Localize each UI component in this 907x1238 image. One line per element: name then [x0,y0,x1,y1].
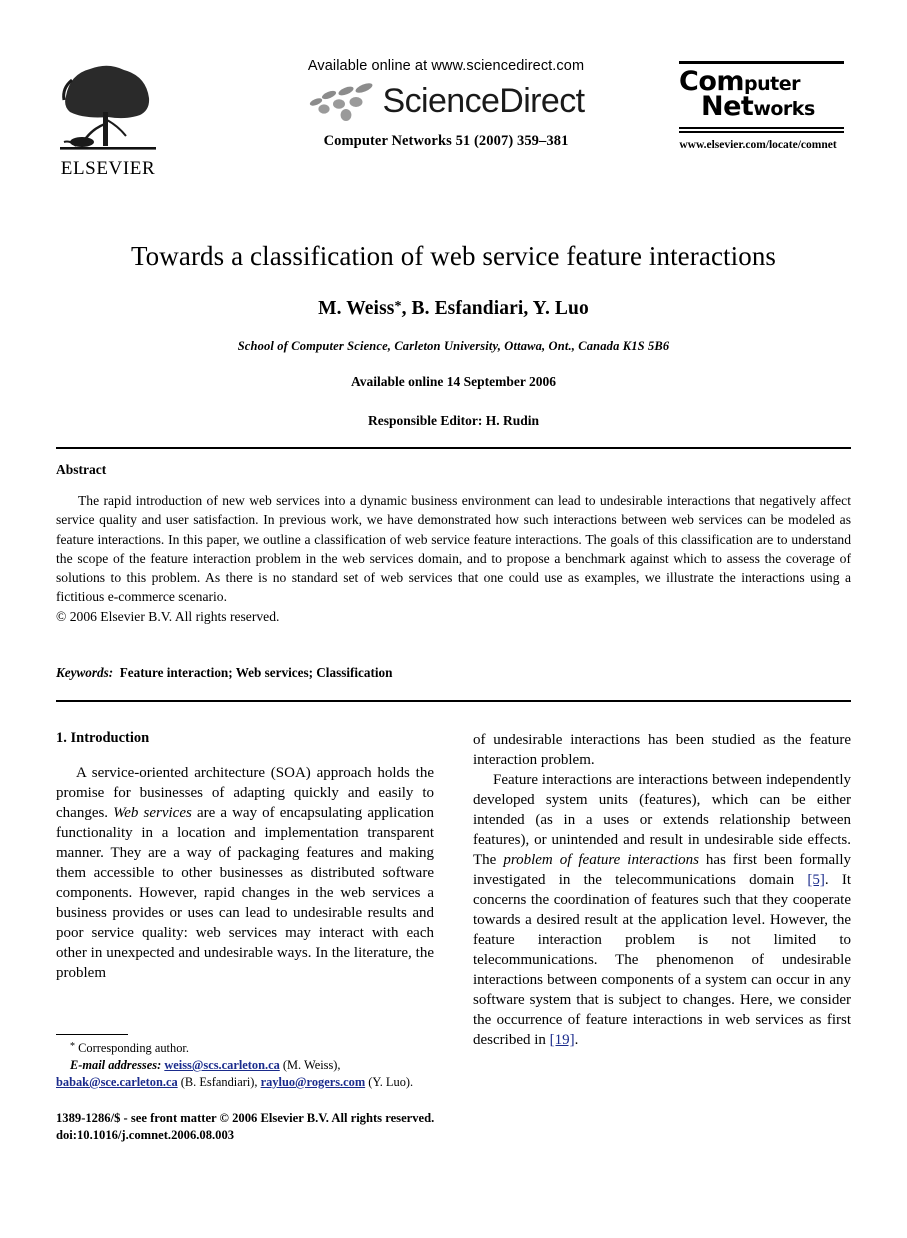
journal-logo-line-1: Computer [665,66,851,97]
par2-part-d: . [574,1032,579,1049]
footnote-block: * Corresponding author. E-mail addresses… [56,1034,434,1091]
email-owner-weiss: (M. Weiss), [282,1057,341,1072]
email-addresses-label: E-mail addresses: [70,1057,162,1072]
email-link-esfandiari[interactable]: babak@sce.carleton.ca [56,1075,178,1089]
keywords-label: Keywords: [56,665,114,680]
body-columns: 1. Introduction A service-oriented archi… [56,730,851,1048]
par2-part-c: . It concerns the coordination of featur… [473,872,851,1049]
author-weiss: M. Weiss [318,298,395,320]
keywords-values: Feature interaction; Web services; Class… [119,665,393,680]
journal-reference: Computer Networks 51 (2007) 359–381 [323,133,569,149]
page-title: Towards a classification of web service … [130,241,777,271]
column-right: of undesirable interactions has been stu… [473,730,851,1050]
issn-front-matter-line: 1389-1286/$ - see front matter © 2006 El… [56,1111,435,1125]
citation-link-5[interactable]: [5] [807,872,825,888]
abstract-text: The rapid introduction of new web servic… [56,493,851,605]
elsevier-wordmark: ELSEVIER [60,158,156,179]
title-block: Towards a classification of web service … [56,240,851,429]
sciencedirect-wordmark: ScienceDirect [382,82,586,120]
journal-logo-line-2: Networks [665,91,851,123]
email-link-luo[interactable]: rayluo@rogers.com [261,1075,366,1089]
journal-logo-c: C [679,66,699,97]
abstract-copyright: © 2006 Elsevier B.V. All rights reserved… [56,608,280,624]
term-problem-of-feature-interactions: problem of feature interactions [503,852,699,869]
abstract-bottom-rule [56,700,851,702]
sciencedirect-block: Available online at www.sciencedirect.co… [236,58,656,150]
sciencedirect-logo: ScienceDirect [236,80,656,122]
masthead: ELSEVIER Available online at www.science… [56,58,851,198]
abstract-heading: Abstract [56,462,107,477]
keywords: Keywords: Feature interaction; Web servi… [56,665,851,681]
article-first-page: ELSEVIER Available online at www.science… [0,0,907,1238]
journal-logo-works: works [753,98,815,121]
email-owner-esfandiari: (B. Esfandiari), [180,1074,258,1089]
footnote-separator-rule [56,1034,128,1035]
elsevier-tree-icon [60,65,156,150]
footnote-star-marker: * [70,1041,75,1052]
journal-url[interactable]: www.elsevier.com/locate/comnet [665,139,851,151]
footnote-emails: E-mail addresses: weiss@scs.carleton.ca … [56,1057,434,1091]
abstract-top-rule [56,447,851,449]
paragraph-intro-2: Feature interactions are interactions be… [473,770,851,1050]
journal-logo-block: Computer Networks www.elsevier.com/locat… [665,61,851,151]
citation-link-19[interactable]: [19] [550,1032,575,1048]
email-link-weiss[interactable]: weiss@scs.carleton.ca [164,1058,279,1072]
abstract-block: Abstract The rapid introduction of new w… [56,462,851,626]
journal-logo-et: et [723,91,754,123]
affiliation: School of Computer Science, Carleton Uni… [237,339,670,354]
paragraph-intro-1-continued: of undesirable interactions has been stu… [473,732,851,769]
page-footer: 1389-1286/$ - see front matter © 2006 El… [56,1110,556,1145]
journal-logo-bottom-rule [679,126,844,133]
footnote-corresponding-author: * Corresponding author. [56,1040,434,1057]
responsible-editor: Responsible Editor: H. Rudin [367,413,540,429]
available-online-text: Available online at www.sciencedirect.co… [307,58,585,74]
par1-part-b: are a way of encapsulating application f… [56,805,434,982]
journal-logo: Computer Networks [665,64,851,123]
section-heading-introduction: 1. Introduction [56,730,150,746]
email-owner-luo: (Y. Luo). [368,1074,414,1089]
paragraph-intro-1: A service-oriented architecture (SOA) ap… [56,763,434,983]
footnote-corresponding-text: Corresponding author. [78,1041,189,1055]
elsevier-logo: ELSEVIER [56,62,160,178]
author-list-rest: , B. Esfandiari, Y. Luo [401,298,589,320]
doi-line[interactable]: doi:10.1016/j.comnet.2006.08.003 [56,1127,556,1144]
available-online-date: Available online 14 September 2006 [351,374,556,390]
corresponding-author-marker: * [394,299,402,315]
column-left: 1. Introduction A service-oriented archi… [56,730,434,983]
term-web-services: Web services [113,805,192,822]
author-list: M. Weiss*, B. Esfandiari, Y. Luo [56,298,851,320]
sciencedirect-swoosh-icon [309,83,372,121]
journal-logo-n: N [701,91,724,123]
